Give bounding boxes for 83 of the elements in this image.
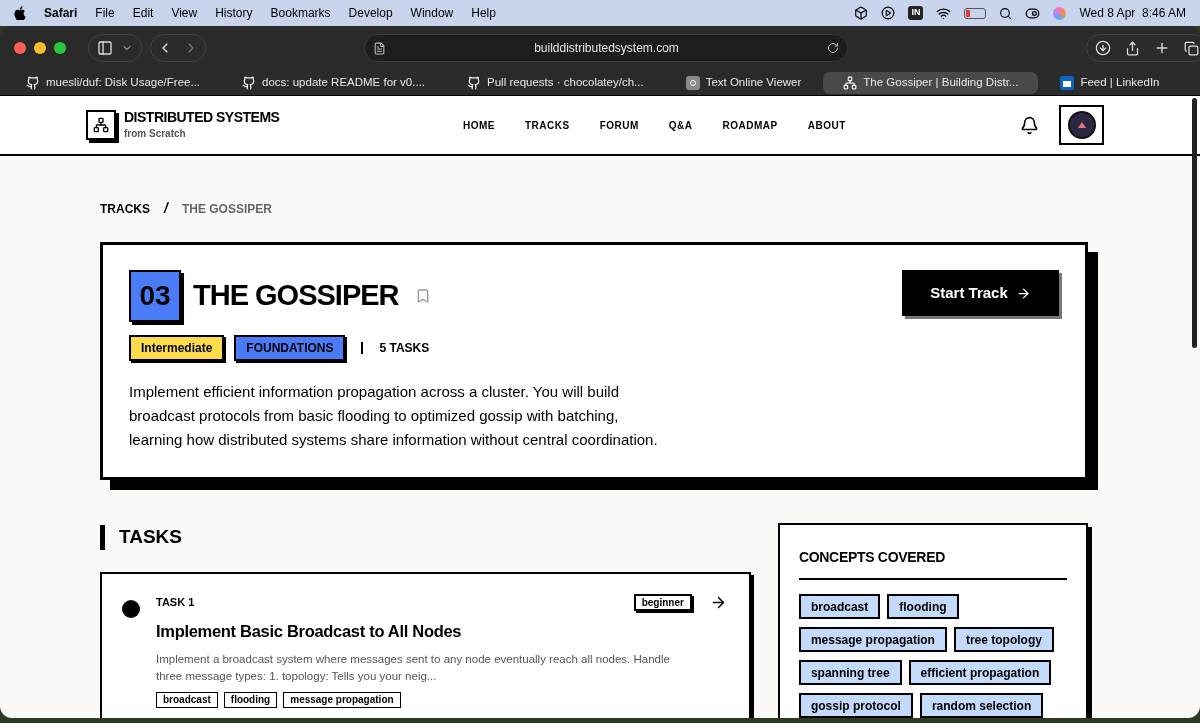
logo-icon[interactable] [86,110,116,140]
menu-clock[interactable]: Wed 8 Apr 8:46 AM [1079,4,1186,22]
concept-tag[interactable]: spanning tree [798,660,902,685]
input-source[interactable]: IN [908,6,924,20]
track-number: 03 [129,270,181,322]
browser-tab[interactable]: Pull requests · chocolatey/ch... [447,71,664,94]
track-badge: Intermediate [129,335,225,361]
avatar [1067,111,1096,139]
linkedin-icon [1060,75,1075,90]
close-button[interactable] [14,42,26,54]
apple-icon[interactable] [14,6,26,20]
section-heading: TASKS [119,525,182,549]
browser-tab[interactable]: Text Online Viewer [665,71,822,94]
document-icon [685,75,700,90]
browser-tab[interactable]: The Gossiper | Building Distr... [823,71,1039,94]
breadcrumb-separator: / [164,199,168,218]
breadcrumb-link[interactable]: TRACKS [100,199,150,218]
notification-icon[interactable] [1020,115,1039,135]
concept-tag[interactable]: random selection [919,693,1044,718]
track-description: Implement efficient information propagation across a cluster. You will build broadcast protocols from basic flooding to optimized gossip with batching, learning how distributed systems share information without central coordination. [129,382,659,450]
download-icon[interactable] [1095,40,1111,56]
github-icon [467,75,482,90]
browser-tab[interactable]: Feed | LinkedIn [1040,71,1194,94]
difficulty-tag: beginner [633,593,692,611]
brand-tagline: from Scratch [124,127,187,141]
track-title: THE GOSSIPER [193,278,399,314]
task-title[interactable]: Implement Basic Broadcast to All Nodes [156,618,727,644]
address-bar[interactable]: builddistributedsystem.com [364,34,848,62]
nav-link[interactable]: FORUM [599,117,639,133]
arrow-icon[interactable] [1015,285,1031,301]
wifi-icon[interactable] [936,5,952,21]
github-icon [26,75,40,90]
start-track-button[interactable]: Start Track [902,270,1059,316]
concepts-heading: CONCEPTS COVERED [798,547,1067,580]
menu-item[interactable]: Edit [132,4,154,22]
concept-tag[interactable]: message propagation [798,627,947,652]
tabs-overview-icon[interactable] [1184,40,1199,56]
avatar-button[interactable] [1059,105,1104,145]
cube-icon[interactable] [854,6,869,20]
reload-icon[interactable] [827,42,839,54]
task-label: TASK 1 [156,594,196,610]
scrollbar[interactable] [1192,98,1197,348]
menu-item[interactable]: Develop [348,4,393,22]
track-badge: FOUNDATIONS [234,335,346,361]
task-tag: flooding [223,692,278,709]
menu-item[interactable]: Help [471,4,496,22]
nav-link[interactable]: HOME [463,117,495,133]
app-menu[interactable]: Safari [44,4,78,22]
minimize-button[interactable] [34,42,46,54]
task-card[interactable] [100,571,751,718]
brand-name[interactable]: DISTRIBUTED SYSTEMS [124,109,280,126]
nav-link[interactable]: ABOUT [807,117,846,133]
concept-tag[interactable]: gossip protocol [798,693,913,718]
nav-link[interactable]: ROADMAP [722,117,778,133]
menu-item[interactable]: History [215,4,253,22]
menu-item[interactable]: File [95,4,115,22]
play-icon[interactable] [881,6,896,20]
task-count: 5 TASKS [379,340,430,357]
concept-tag[interactable]: tree topology [953,627,1054,652]
new-tab-icon[interactable] [1154,40,1170,56]
battery-icon[interactable] [964,7,987,19]
share-icon[interactable] [1125,40,1140,56]
menu-item[interactable]: Window [410,4,454,22]
sidebar-icon[interactable] [97,40,113,56]
task-tag: message propagation [283,692,401,709]
concept-tag[interactable]: efficient propagation [908,660,1052,685]
task-tag: broadcast [156,692,218,709]
concept-tag[interactable]: flooding [887,594,959,619]
github-icon [242,75,257,90]
nav-link[interactable]: Q&A [668,117,693,133]
browser-tab[interactable]: docs: update README for v0.... [222,71,446,94]
page-icon[interactable] [373,41,386,55]
nav-link[interactable]: TRACKS [525,117,570,133]
search-icon[interactable] [999,6,1013,20]
menu-item[interactable]: View [171,4,198,22]
breadcrumb-current: THE GOSSIPER [181,200,272,218]
menu-item[interactable]: Bookmarks [270,4,331,22]
browser-tab[interactable]: muesli/duf: Disk Usage/Free... [6,71,221,94]
network-icon [843,75,858,90]
task-description: Implement a broadcast system where messages sent to any node eventually reach all nodes. Handle three message types: 1. topology: Tells you your neig... [156,652,671,685]
zoom-button[interactable] [54,42,66,54]
concept-tag[interactable]: broadcast [798,594,881,619]
heading-accent-bar [100,524,105,550]
